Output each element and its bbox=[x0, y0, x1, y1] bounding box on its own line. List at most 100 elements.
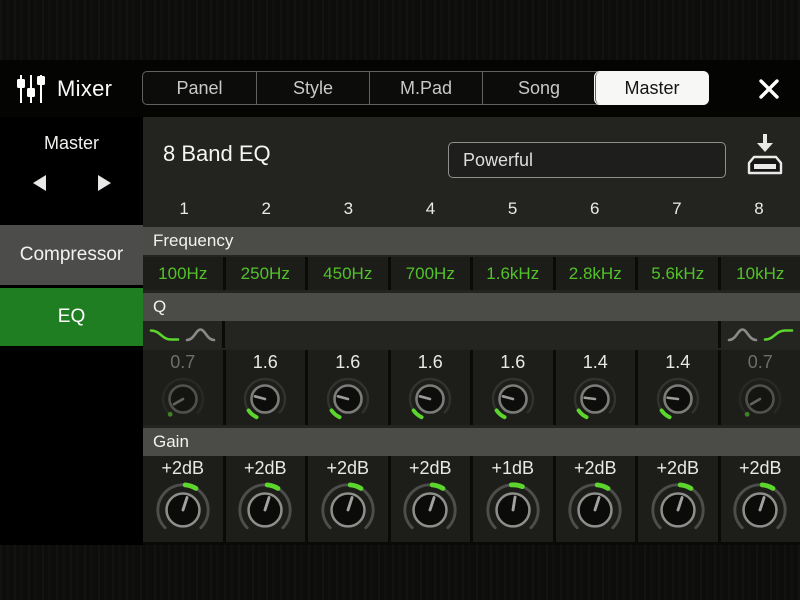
q-value-band-4: 1.6 bbox=[418, 351, 443, 373]
q-knob-band-1[interactable] bbox=[158, 373, 208, 423]
close-icon bbox=[757, 77, 781, 101]
q-knob-band-4[interactable] bbox=[405, 373, 455, 423]
band-number-6: 6 bbox=[554, 190, 636, 227]
q-knob-band-7[interactable] bbox=[653, 373, 703, 423]
q-knob-band-3[interactable] bbox=[323, 373, 373, 423]
tab-master[interactable]: Master bbox=[595, 72, 708, 104]
sidebar-items: CompressorEQ bbox=[0, 225, 143, 346]
q-control-band-3: 1.6 bbox=[308, 350, 388, 425]
q-value-band-6: 1.4 bbox=[583, 351, 608, 373]
gain-value-band-6: +2dB bbox=[574, 457, 617, 479]
save-icon bbox=[744, 132, 786, 178]
gain-value-band-8: +2dB bbox=[739, 457, 782, 479]
tab-panel[interactable]: Panel bbox=[143, 72, 256, 104]
gain-knobs-row: +2dB +2dB +2dB +2dB +1dB +2dB bbox=[143, 456, 800, 542]
q-value-band-1: 0.7 bbox=[170, 351, 195, 373]
gain-value-band-3: +2dB bbox=[326, 457, 369, 479]
eq-title: 8 Band EQ bbox=[163, 117, 271, 190]
top-bar: Mixer PanelStyleM.PadSongMaster bbox=[0, 60, 800, 117]
gain-control-band-3: +2dB bbox=[308, 456, 388, 542]
filter-bell-icon[interactable] bbox=[727, 326, 758, 344]
q-value-band-2: 1.6 bbox=[253, 351, 278, 373]
part-prev-button[interactable] bbox=[27, 170, 53, 196]
tab-m-pad[interactable]: M.Pad bbox=[369, 72, 482, 104]
gain-value-band-2: +2dB bbox=[244, 457, 287, 479]
preset-value: Powerful bbox=[463, 150, 533, 171]
mixer-sliders-icon bbox=[14, 72, 48, 106]
q-row-label: Q bbox=[143, 293, 800, 321]
save-button[interactable] bbox=[744, 131, 790, 179]
filter-type-cell-band-3 bbox=[307, 321, 389, 348]
q-control-band-7: 1.4 bbox=[638, 350, 718, 425]
q-value-band-7: 1.4 bbox=[665, 351, 690, 373]
filter-type-cell-band-6 bbox=[554, 321, 636, 348]
tab-song[interactable]: Song bbox=[482, 72, 595, 104]
gain-knob-band-8[interactable] bbox=[729, 479, 791, 539]
eq-header: 8 Band EQ Powerful bbox=[143, 117, 800, 190]
part-next-button[interactable] bbox=[91, 170, 117, 196]
q-control-band-8: 0.7 bbox=[721, 350, 800, 425]
app-title: Mixer bbox=[14, 60, 112, 117]
gain-knob-band-6[interactable] bbox=[564, 479, 626, 539]
gain-control-band-7: +2dB bbox=[638, 456, 718, 542]
preset-selector[interactable]: Powerful bbox=[448, 142, 726, 178]
filter-shelf-high-icon[interactable] bbox=[763, 326, 794, 344]
sidebar: Master Compress bbox=[0, 117, 143, 545]
q-knob-band-5[interactable] bbox=[488, 373, 538, 423]
frequency-value-band-4[interactable]: 700Hz bbox=[391, 257, 471, 290]
gain-value-band-4: +2dB bbox=[409, 457, 452, 479]
q-control-band-1: 0.7 bbox=[143, 350, 223, 425]
q-knob-band-2[interactable] bbox=[240, 373, 290, 423]
gain-knob-band-1[interactable] bbox=[152, 479, 214, 539]
frequency-value-band-8[interactable]: 10kHz bbox=[721, 257, 800, 290]
frequency-value-band-6[interactable]: 2.8kHz bbox=[556, 257, 636, 290]
q-value-band-5: 1.6 bbox=[500, 351, 525, 373]
band-number-3: 3 bbox=[307, 190, 389, 227]
gain-knob-band-4[interactable] bbox=[399, 479, 461, 539]
gain-value-band-1: +2dB bbox=[161, 457, 204, 479]
close-button[interactable] bbox=[752, 74, 786, 104]
filter-type-cell-band-1 bbox=[143, 321, 225, 348]
frequency-values-row: 100Hz250Hz450Hz700Hz1.6kHz2.8kHz5.6kHz10… bbox=[143, 257, 800, 290]
band-numbers-row: 12345678 bbox=[143, 190, 800, 227]
filter-type-cell-band-8 bbox=[718, 321, 800, 348]
filter-type-cell-band-5 bbox=[472, 321, 554, 348]
band-number-5: 5 bbox=[472, 190, 554, 227]
gain-row-label: Gain bbox=[143, 428, 800, 456]
q-control-band-4: 1.6 bbox=[391, 350, 471, 425]
tab-style[interactable]: Style bbox=[256, 72, 369, 104]
filter-bell-icon[interactable] bbox=[185, 326, 216, 344]
frequency-value-band-5[interactable]: 1.6kHz bbox=[473, 257, 553, 290]
frequency-value-band-7[interactable]: 5.6kHz bbox=[638, 257, 718, 290]
q-value-band-3: 1.6 bbox=[335, 351, 360, 373]
gain-knob-band-3[interactable] bbox=[317, 479, 379, 539]
gain-knob-band-7[interactable] bbox=[647, 479, 709, 539]
q-knob-band-6[interactable] bbox=[570, 373, 620, 423]
filter-shelf-low-icon[interactable] bbox=[149, 326, 180, 344]
frequency-value-band-1[interactable]: 100Hz bbox=[143, 257, 223, 290]
filter-type-cell-band-2 bbox=[225, 321, 307, 348]
gain-knob-band-2[interactable] bbox=[234, 479, 296, 539]
content-area: Master Compress bbox=[0, 117, 800, 545]
sidebar-item-compressor[interactable]: Compressor bbox=[0, 225, 143, 285]
mixer-screen: Mixer PanelStyleM.PadSongMaster Master bbox=[0, 60, 800, 545]
sidebar-item-eq[interactable]: EQ bbox=[0, 288, 143, 346]
band-number-8: 8 bbox=[718, 190, 800, 227]
bottom-divider bbox=[143, 542, 800, 545]
frequency-value-band-3[interactable]: 450Hz bbox=[308, 257, 388, 290]
gain-control-band-1: +2dB bbox=[143, 456, 223, 542]
gain-control-band-6: +2dB bbox=[556, 456, 636, 542]
frequency-value-band-2[interactable]: 250Hz bbox=[226, 257, 306, 290]
gain-control-band-2: +2dB bbox=[226, 456, 306, 542]
gain-value-band-5: +1dB bbox=[491, 457, 534, 479]
band-number-2: 2 bbox=[225, 190, 307, 227]
device-bezel: Mixer PanelStyleM.PadSongMaster Master bbox=[0, 0, 800, 600]
filter-type-cell-band-7 bbox=[636, 321, 718, 348]
q-value-band-8: 0.7 bbox=[748, 351, 773, 373]
band-number-7: 7 bbox=[636, 190, 718, 227]
q-knob-band-8[interactable] bbox=[735, 373, 785, 423]
gain-knob-band-5[interactable] bbox=[482, 479, 544, 539]
eq-panel: 8 Band EQ Powerful 12345678 Freq bbox=[143, 117, 800, 545]
q-knobs-row: 0.7 1.6 1.6 1.6 1.6 1.4 bbox=[143, 350, 800, 425]
filter-type-cell-band-4 bbox=[389, 321, 471, 348]
